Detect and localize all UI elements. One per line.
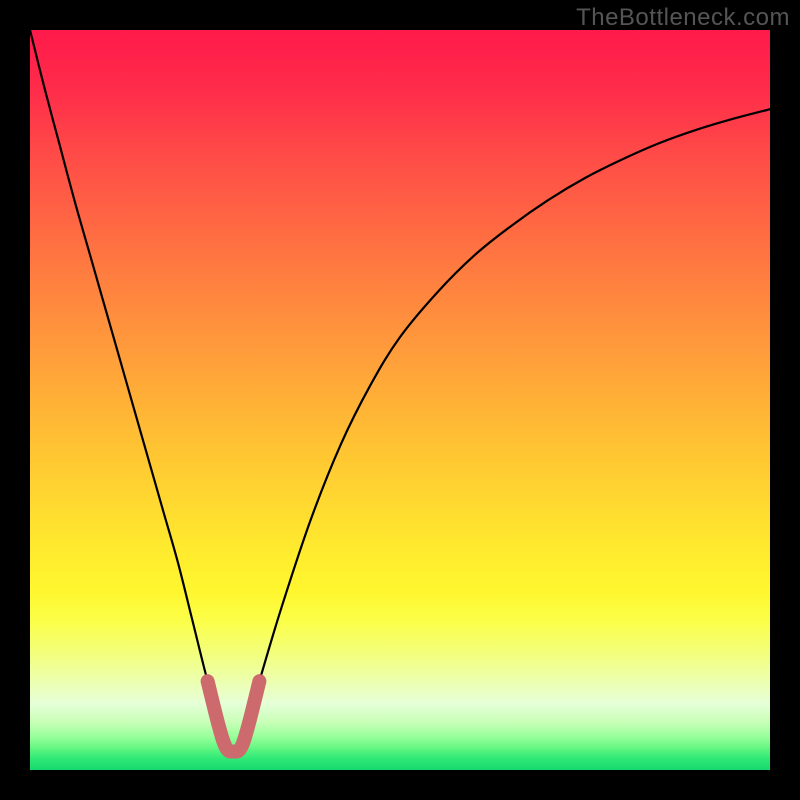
trough-marker bbox=[208, 681, 260, 751]
chart-frame: TheBottleneck.com bbox=[0, 0, 800, 800]
bottleneck-curve bbox=[30, 30, 770, 752]
watermark-text: TheBottleneck.com bbox=[576, 4, 790, 32]
curve-layer bbox=[30, 30, 770, 770]
plot-area bbox=[30, 30, 770, 770]
